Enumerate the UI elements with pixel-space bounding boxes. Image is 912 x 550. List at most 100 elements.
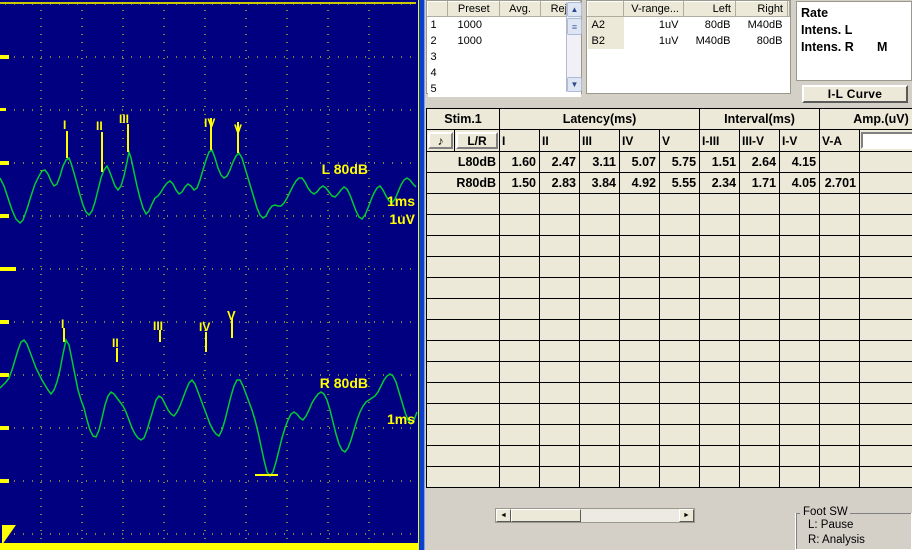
result-table-area[interactable]: Stim.1 Latency(ms) Interval(ms) Amp.(uV)… xyxy=(425,108,912,506)
cell-empty[interactable] xyxy=(659,403,701,425)
cell-empty[interactable] xyxy=(739,424,781,446)
table-row-empty[interactable] xyxy=(425,361,912,383)
cell-empty[interactable] xyxy=(779,214,821,236)
cell-empty[interactable] xyxy=(619,466,661,488)
latency-group-header[interactable]: Latency(ms) xyxy=(499,108,701,130)
cell-empty[interactable] xyxy=(779,256,821,278)
vrange-row[interactable]: B2 1uV M40dB 80dB xyxy=(587,32,790,49)
scroll-down-arrow-icon[interactable]: ▼ xyxy=(567,77,582,92)
cell-empty[interactable] xyxy=(539,193,581,215)
scope-canvas[interactable]: I II III IV V I II III IV V L 80dB 1ms 1… xyxy=(0,0,418,550)
preset-row[interactable]: 1 1000 xyxy=(427,16,581,33)
cell-empty[interactable] xyxy=(619,424,661,446)
cell-empty[interactable] xyxy=(659,256,701,278)
cell-empty[interactable] xyxy=(619,403,661,425)
table-row-empty[interactable] xyxy=(425,466,912,488)
scroll-up-arrow-icon[interactable]: ▲ xyxy=(567,2,582,17)
cell-empty[interactable] xyxy=(819,214,861,236)
table-row-empty[interactable] xyxy=(425,382,912,404)
cell-empty[interactable] xyxy=(739,466,781,488)
cell-V-A[interactable] xyxy=(819,151,861,173)
interval-group-header[interactable]: Interval(ms) xyxy=(699,108,821,130)
cell-empty[interactable] xyxy=(819,340,861,362)
cell-empty[interactable] xyxy=(425,235,501,257)
cell-empty[interactable] xyxy=(859,445,912,467)
cell-empty[interactable] xyxy=(859,256,912,278)
cell-empty[interactable] xyxy=(739,340,781,362)
cell-empty[interactable] xyxy=(619,319,661,341)
cell-empty[interactable] xyxy=(499,277,541,299)
cell-empty[interactable] xyxy=(499,403,541,425)
cell-III-V[interactable]: 2.64 xyxy=(739,151,781,173)
cell-empty[interactable] xyxy=(859,340,912,362)
preset-row[interactable]: 4 xyxy=(427,64,581,81)
cell-empty[interactable] xyxy=(425,361,501,383)
cell-empty[interactable] xyxy=(619,214,661,236)
cell-empty[interactable] xyxy=(739,403,781,425)
cell-empty[interactable] xyxy=(579,298,621,320)
cell-I-V[interactable]: 4.15 xyxy=(779,151,821,173)
cell-empty[interactable] xyxy=(619,256,661,278)
cell-empty[interactable] xyxy=(539,361,581,383)
cell-empty[interactable] xyxy=(499,361,541,383)
cell-empty[interactable] xyxy=(819,382,861,404)
cell-empty[interactable] xyxy=(739,382,781,404)
preset-row[interactable]: 2 1000 xyxy=(427,32,581,49)
cell-V[interactable]: 5.75 xyxy=(659,151,701,173)
col-header-I-III[interactable]: I-III xyxy=(699,129,741,152)
cell-empty[interactable] xyxy=(859,277,912,299)
cell-amp[interactable] xyxy=(859,172,912,194)
cell-empty[interactable] xyxy=(425,256,501,278)
cell-empty[interactable] xyxy=(699,466,741,488)
cell-empty[interactable] xyxy=(579,445,621,467)
cell-amp[interactable] xyxy=(859,151,912,173)
table-row-empty[interactable] xyxy=(425,424,912,446)
table-row-empty[interactable] xyxy=(425,340,912,362)
cell-empty[interactable] xyxy=(619,382,661,404)
scroll-left-arrow-icon[interactable]: ◄ xyxy=(496,509,511,522)
scrollbar-thumb[interactable]: ≡ xyxy=(567,18,582,35)
table-row-empty[interactable] xyxy=(425,214,912,236)
cell-III[interactable]: 3.11 xyxy=(579,151,621,173)
cell-empty[interactable] xyxy=(659,319,701,341)
table-row-empty[interactable] xyxy=(425,298,912,320)
cell-empty[interactable] xyxy=(779,382,821,404)
cell-empty[interactable] xyxy=(425,445,501,467)
cell-II[interactable]: 2.47 xyxy=(539,151,581,173)
rate-intensity-panel[interactable]: Rate Intens. L Intens. R M xyxy=(796,1,912,81)
cell-empty[interactable] xyxy=(499,445,541,467)
cell-empty[interactable] xyxy=(739,193,781,215)
preset-col-num[interactable] xyxy=(426,1,449,17)
cell-empty[interactable] xyxy=(539,424,581,446)
vrange-col-vrange[interactable]: V-range... xyxy=(623,1,684,17)
table-row-empty[interactable] xyxy=(425,403,912,425)
cell-III-V[interactable]: 1.71 xyxy=(739,172,781,194)
col-header-II[interactable]: II xyxy=(539,129,581,152)
cell-empty[interactable] xyxy=(819,445,861,467)
cell-empty[interactable] xyxy=(859,214,912,236)
cell-empty[interactable] xyxy=(819,466,861,488)
amp-input-wrapper[interactable]: - xyxy=(861,131,912,150)
cell-empty[interactable] xyxy=(859,319,912,341)
cell-empty[interactable] xyxy=(819,424,861,446)
cell-empty[interactable] xyxy=(859,382,912,404)
cell-empty[interactable] xyxy=(699,361,741,383)
cell-empty[interactable] xyxy=(859,424,912,446)
cell-empty[interactable] xyxy=(819,361,861,383)
cell-III[interactable]: 3.84 xyxy=(579,172,621,194)
vrange-col-right[interactable]: Right xyxy=(735,1,788,17)
cell-empty[interactable] xyxy=(539,403,581,425)
note-icon[interactable]: ♪ xyxy=(428,132,453,149)
preset-row[interactable]: 3 xyxy=(427,48,581,65)
cell-empty[interactable] xyxy=(499,319,541,341)
scroll-right-arrow-icon[interactable]: ► xyxy=(679,509,694,522)
cell-empty[interactable] xyxy=(699,340,741,362)
col-header-III-V[interactable]: III-V xyxy=(739,129,781,152)
horizontal-scrollbar[interactable]: ◄ ► xyxy=(495,508,695,523)
cell-empty[interactable] xyxy=(819,277,861,299)
cell-empty[interactable] xyxy=(699,235,741,257)
cell-empty[interactable] xyxy=(619,340,661,362)
table-row-empty[interactable] xyxy=(425,235,912,257)
vrange-col-extra[interactable] xyxy=(787,1,790,17)
cell-empty[interactable] xyxy=(659,298,701,320)
